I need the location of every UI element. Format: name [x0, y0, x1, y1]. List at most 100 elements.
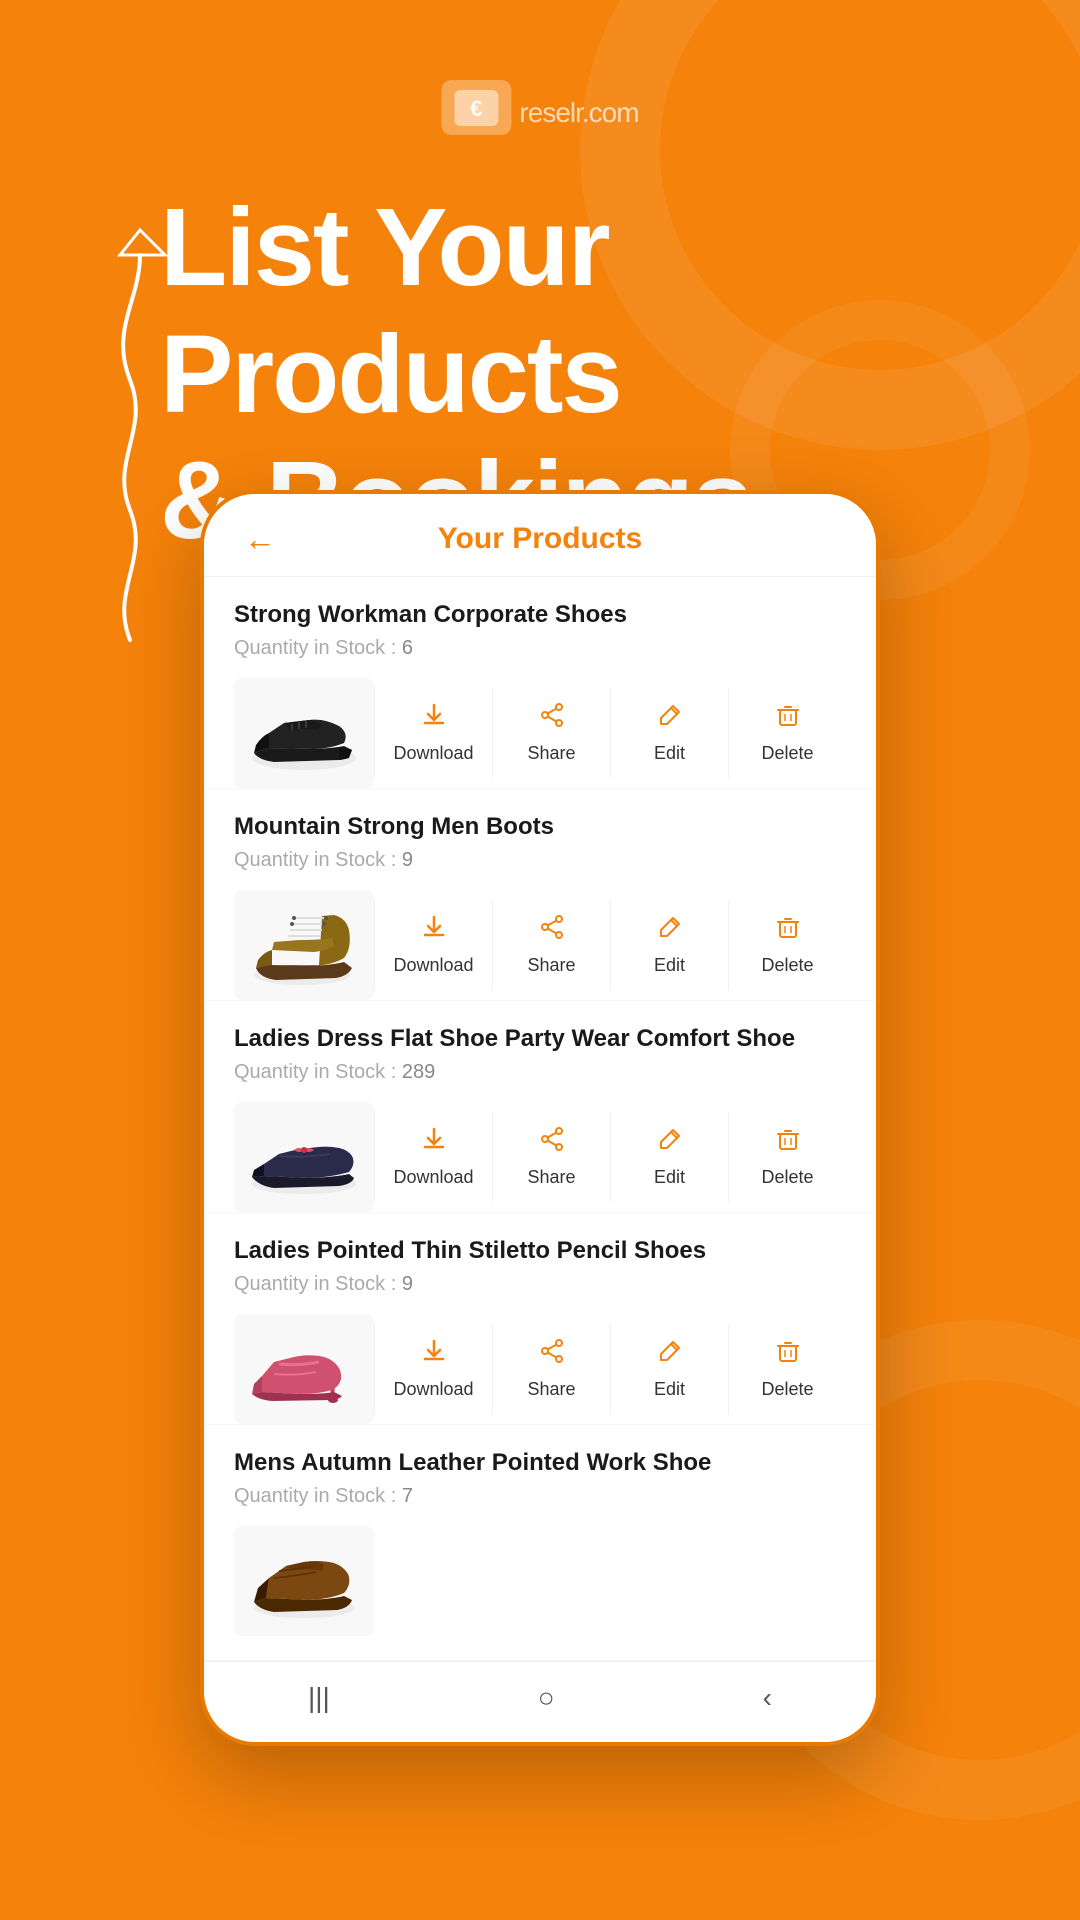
nav-menu-button[interactable]: |||: [308, 1682, 330, 1714]
delete-icon: [775, 702, 801, 735]
product-row: Download Share Edit: [234, 1102, 846, 1212]
hero-line1: List Your: [160, 186, 609, 309]
product-stock: Quantity in Stock : 9: [234, 1273, 846, 1296]
product-name: Mens Autumn Leather Pointed Work Shoe: [234, 1449, 846, 1477]
share-button[interactable]: Share: [493, 1324, 611, 1414]
product-actions: Download Share Edit: [374, 1324, 846, 1414]
phone-screen: ← Your Products Strong Workman Corporate…: [200, 490, 880, 1746]
logo-brand: reselr: [519, 97, 581, 128]
share-label: Share: [527, 1167, 575, 1188]
product-image: [234, 1102, 374, 1212]
download-icon: [421, 914, 447, 947]
logo-suffix: .com: [582, 97, 639, 128]
product-image: [234, 890, 374, 1000]
logo-area: € reselr.com: [441, 80, 638, 135]
delete-label: Delete: [761, 1167, 813, 1188]
download-icon: [421, 1126, 447, 1159]
edit-button[interactable]: Edit: [611, 900, 729, 990]
edit-icon: [657, 1126, 683, 1159]
edit-label: Edit: [654, 955, 685, 976]
edit-button[interactable]: Edit: [611, 1324, 729, 1414]
arrow-squiggle-decoration: [50, 200, 170, 700]
product-list: Strong Workman Corporate Shoes Quantity …: [204, 577, 876, 1661]
delete-label: Delete: [761, 743, 813, 764]
logo-svg: €: [454, 90, 498, 126]
product-name: Ladies Dress Flat Shoe Party Wear Comfor…: [234, 1025, 846, 1053]
hero-line2: Products: [160, 313, 621, 436]
logo-text: reselr.com: [519, 84, 638, 132]
product-row: [234, 1526, 846, 1636]
product-name: Mountain Strong Men Boots: [234, 813, 846, 841]
share-label: Share: [527, 1379, 575, 1400]
download-label: Download: [393, 743, 473, 764]
edit-button[interactable]: Edit: [611, 688, 729, 778]
product-actions: Download Share Edit: [374, 1112, 846, 1202]
product-actions: Download Share Edit: [374, 688, 846, 778]
delete-button[interactable]: Delete: [729, 1112, 846, 1202]
product-item: Ladies Dress Flat Shoe Party Wear Comfor…: [204, 1001, 876, 1213]
edit-button[interactable]: Edit: [611, 1112, 729, 1202]
share-button[interactable]: Share: [493, 688, 611, 778]
share-icon: [539, 1338, 565, 1371]
product-name: Strong Workman Corporate Shoes: [234, 601, 846, 629]
product-image: [234, 1314, 374, 1424]
product-row: Download Share Edit: [234, 678, 846, 788]
phone-header: ← Your Products: [204, 494, 876, 577]
product-item: Mountain Strong Men Boots Quantity in St…: [204, 789, 876, 1001]
product-image: [234, 1526, 374, 1636]
download-button[interactable]: Download: [375, 688, 493, 778]
share-label: Share: [527, 955, 575, 976]
product-name: Ladies Pointed Thin Stiletto Pencil Shoe…: [234, 1237, 846, 1265]
download-label: Download: [393, 955, 473, 976]
product-stock: Quantity in Stock : 289: [234, 1061, 846, 1084]
edit-label: Edit: [654, 743, 685, 764]
share-button[interactable]: Share: [493, 900, 611, 990]
download-button[interactable]: Download: [375, 1112, 493, 1202]
product-item: Ladies Pointed Thin Stiletto Pencil Shoe…: [204, 1213, 876, 1425]
product-row: Download Share Edit: [234, 890, 846, 1000]
nav-home-button[interactable]: ○: [538, 1682, 555, 1714]
product-row: Download Share Edit: [234, 1314, 846, 1424]
delete-label: Delete: [761, 1379, 813, 1400]
product-stock: Quantity in Stock : 6: [234, 637, 846, 660]
download-label: Download: [393, 1167, 473, 1188]
phone-bottom-nav: ||| ○ ‹: [204, 1661, 876, 1742]
edit-label: Edit: [654, 1379, 685, 1400]
nav-back-button[interactable]: ‹: [763, 1682, 772, 1714]
product-item: Strong Workman Corporate Shoes Quantity …: [204, 577, 876, 789]
edit-icon: [657, 914, 683, 947]
leather-shoe-svg: [244, 1536, 364, 1626]
download-icon: [421, 702, 447, 735]
flat-shoe-svg: [244, 1112, 364, 1202]
product-stock: Quantity in Stock : 9: [234, 849, 846, 872]
product-item: Mens Autumn Leather Pointed Work Shoe Qu…: [204, 1425, 876, 1661]
delete-icon: [775, 1126, 801, 1159]
screen-title: Your Products: [438, 522, 642, 556]
delete-label: Delete: [761, 955, 813, 976]
shoe-image-svg: [244, 688, 364, 778]
delete-button[interactable]: Delete: [729, 688, 846, 778]
product-actions: Download Share Edit: [374, 900, 846, 990]
edit-label: Edit: [654, 1167, 685, 1188]
download-label: Download: [393, 1379, 473, 1400]
product-image: [234, 678, 374, 788]
product-stock: Quantity in Stock : 7: [234, 1485, 846, 1508]
svg-text:€: €: [470, 96, 482, 121]
back-button[interactable]: ←: [244, 521, 276, 558]
logo-icon: €: [441, 80, 511, 135]
share-button[interactable]: Share: [493, 1112, 611, 1202]
download-icon: [421, 1338, 447, 1371]
share-icon: [539, 914, 565, 947]
delete-icon: [775, 1338, 801, 1371]
phone-mockup: ← Your Products Strong Workman Corporate…: [200, 490, 880, 1746]
download-button[interactable]: Download: [375, 900, 493, 990]
delete-button[interactable]: Delete: [729, 1324, 846, 1414]
delete-button[interactable]: Delete: [729, 900, 846, 990]
download-button[interactable]: Download: [375, 1324, 493, 1414]
stiletto-svg: [244, 1324, 364, 1414]
boot-image-svg: [244, 900, 364, 990]
edit-icon: [657, 1338, 683, 1371]
share-label: Share: [527, 743, 575, 764]
edit-icon: [657, 702, 683, 735]
delete-icon: [775, 914, 801, 947]
